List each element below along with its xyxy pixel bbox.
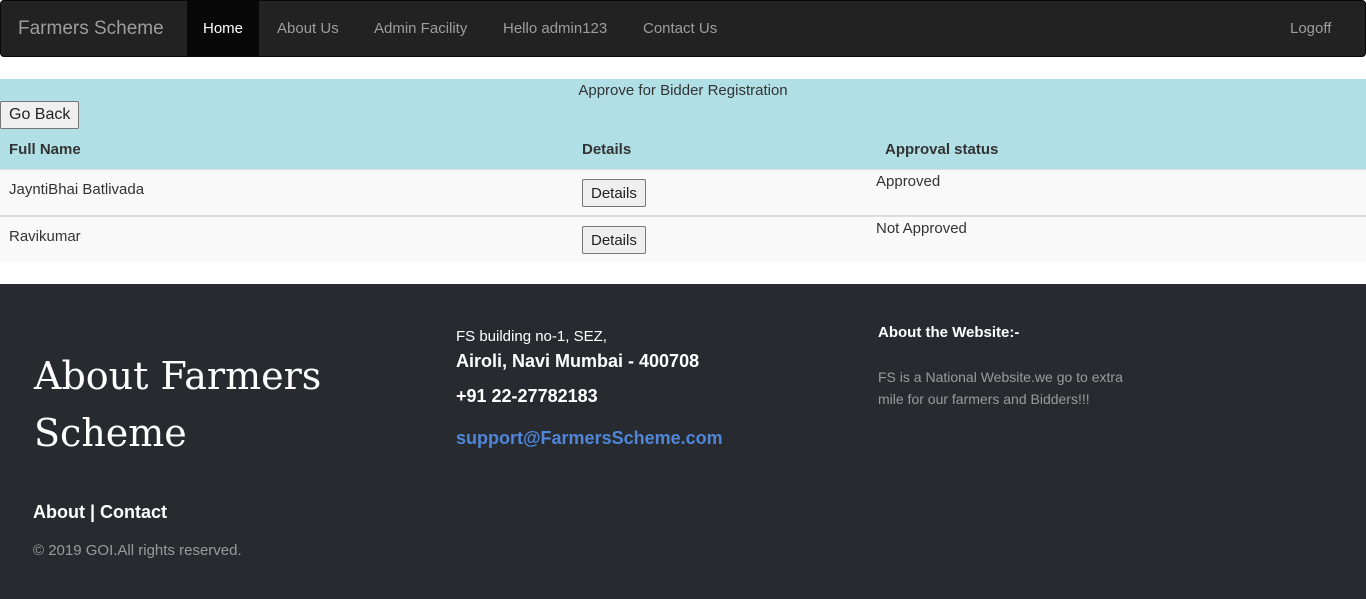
footer-contact-link[interactable]: Contact (100, 502, 167, 522)
column-header-details: Details (582, 141, 632, 158)
footer-links: About | Contact (33, 502, 167, 523)
support-email-link[interactable]: support@FarmersScheme.com (456, 428, 723, 449)
details-button[interactable]: Details (582, 179, 646, 207)
column-header-approval-status: Approval status (885, 141, 999, 158)
nav-admin-facility[interactable]: Admin Facility (358, 1, 483, 57)
logoff-link[interactable]: Logoff (1274, 1, 1347, 57)
page-title: Approve for Bidder Registration (578, 82, 788, 99)
table-row: Ravikumar Details Not Approved (0, 215, 1366, 262)
approval-panel: Approve for Bidder Registration Go Back … (0, 79, 1366, 169)
footer: About Farmers Scheme About | Contact © 2… (0, 284, 1366, 599)
full-name-cell: JayntiBhai Batlivada (9, 181, 145, 198)
about-website-title: About the Website:- (878, 324, 1020, 341)
copyright-text: © 2019 GOI.All rights reserved. (33, 542, 242, 559)
address-line-1: FS building no-1, SEZ, (456, 328, 607, 345)
approval-status-cell: Approved (876, 173, 941, 190)
about-website-text: FS is a National Website.we go to extra … (878, 369, 1123, 407)
nav-contact-us[interactable]: Contact Us (627, 1, 733, 57)
nav-user-greeting[interactable]: Hello admin123 (487, 1, 623, 57)
nav-home[interactable]: Home (187, 1, 260, 57)
top-navbar: Farmers Scheme Home About Us Admin Facil… (0, 0, 1366, 57)
phone-number: +91 22-27782183 (456, 386, 598, 406)
address-line-2: Airoli, Navi Mumbai - 400708 (456, 351, 700, 371)
full-name-cell: Ravikumar (9, 228, 81, 245)
details-button[interactable]: Details (582, 226, 646, 254)
footer-link-separator: | (84, 502, 101, 522)
nav-about-us[interactable]: About Us (261, 1, 355, 57)
approval-status-cell: Not Approved (876, 220, 967, 237)
go-back-button[interactable]: Go Back (0, 101, 80, 129)
footer-heading: About Farmers Scheme (34, 354, 322, 455)
brand-link[interactable]: Farmers Scheme (18, 18, 164, 40)
footer-about-link[interactable]: About (33, 502, 85, 522)
column-header-full-name: Full Name (9, 141, 81, 158)
table-row: JayntiBhai Batlivada Details Approved (0, 169, 1366, 216)
